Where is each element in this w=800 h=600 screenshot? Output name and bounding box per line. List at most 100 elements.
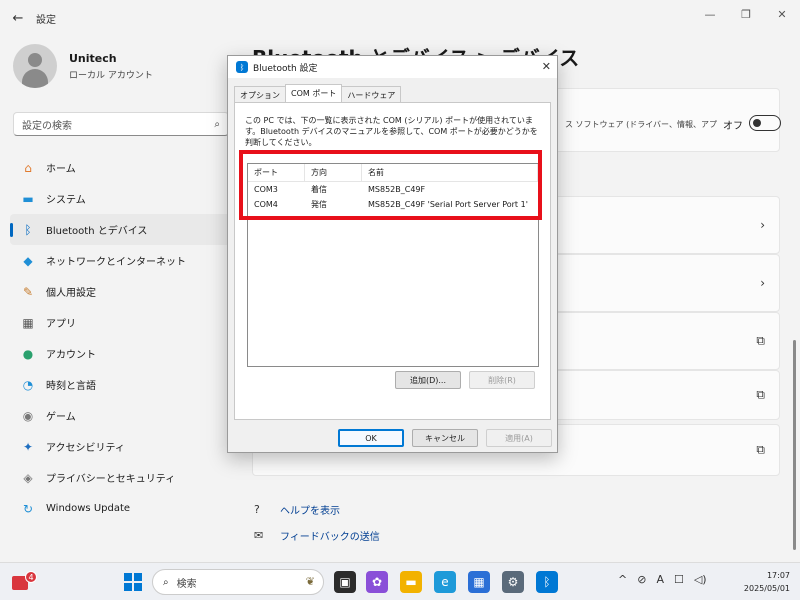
bluetooth-settings-dialog: ᛒ Bluetooth 設定 ✕ オプション COM ポート ハードウェア この P… bbox=[227, 55, 558, 453]
ok-button[interactable]: OK bbox=[338, 429, 404, 447]
help-icon: ? bbox=[254, 503, 260, 516]
sidebar-item-8[interactable]: ◉ ゲーム bbox=[10, 400, 235, 431]
settings-gear-icon[interactable]: ⚙ bbox=[502, 571, 524, 593]
sidebar-item-7[interactable]: ◔ 時刻と言語 bbox=[10, 369, 235, 400]
external-link-icon: ⧉ bbox=[756, 333, 765, 348]
cancel-button[interactable]: キャンセル bbox=[412, 429, 478, 447]
windows-update-icon: ↻ bbox=[22, 501, 34, 516]
toggle-label: オフ bbox=[723, 121, 743, 132]
time-language-icon: ◔ bbox=[22, 377, 34, 392]
tray-icon-1[interactable]: ⊘ bbox=[637, 573, 646, 586]
title-bar: ← 設定 — ❐ ✕ bbox=[0, 0, 800, 36]
file-explorer-icon[interactable]: ▬ bbox=[400, 571, 422, 593]
toggle-switch[interactable] bbox=[749, 115, 781, 131]
tray-icon-0[interactable]: ^ bbox=[618, 573, 627, 586]
notification-badge: 4 bbox=[25, 571, 37, 583]
sidebar-item-6[interactable]: ● アカウント bbox=[10, 338, 235, 369]
bluetooth-icon: ᛒ bbox=[24, 222, 32, 237]
accessibility-icon: ✦ bbox=[22, 439, 34, 454]
feedback-label: フィードバックの送信 bbox=[280, 532, 380, 543]
sidebar-item-label: Windows Update bbox=[46, 503, 131, 514]
sidebar-item-label: ネットワークとインターネット bbox=[46, 257, 186, 268]
home-icon: ⌂ bbox=[24, 160, 32, 175]
taskbar-search[interactable]: ⌕ 検索 ❦ bbox=[152, 569, 324, 595]
sidebar-item-label: システム bbox=[46, 195, 86, 206]
gaming-icon: ◉ bbox=[22, 408, 34, 423]
feedback-link[interactable]: ✉ フィードバックの送信 bbox=[254, 528, 380, 543]
sidebar-item-label: ゲーム bbox=[46, 412, 76, 423]
search-highlight-icon: ❦ bbox=[305, 575, 315, 588]
intro-text: この PC では、下の一覧に表示された COM (シリアル) ポートが使用されて… bbox=[245, 116, 538, 147]
clock[interactable]: 17:07 2025/05/01 bbox=[740, 569, 790, 595]
profile[interactable]: Unitech ローカル アカウント bbox=[13, 44, 153, 88]
shield-icon: ◈ bbox=[23, 470, 33, 485]
sidebar-item-11[interactable]: ↻ Windows Update bbox=[10, 493, 235, 524]
dialog-title: Bluetooth 設定 bbox=[253, 63, 318, 74]
sidebar-item-label: アプリ bbox=[46, 319, 76, 330]
taskview-icon[interactable]: ▣ bbox=[334, 571, 356, 593]
help-label: ヘルプを表示 bbox=[280, 506, 340, 517]
sidebar-item-4[interactable]: ✎ 個人用設定 bbox=[10, 276, 235, 307]
window-title: 設定 bbox=[36, 14, 56, 26]
apply-button[interactable]: 適用(A) bbox=[486, 429, 552, 447]
search-placeholder: 設定の検索 bbox=[22, 120, 72, 132]
dialog-close-icon[interactable]: ✕ bbox=[542, 60, 551, 73]
close-button[interactable]: ✕ bbox=[764, 0, 800, 28]
sidebar-item-3[interactable]: ◆ ネットワークとインターネット bbox=[10, 245, 235, 276]
add-button[interactable]: 追加(D)... bbox=[395, 371, 461, 389]
feedback-icon: ✉ bbox=[254, 529, 264, 542]
sidebar-item-label: ホーム bbox=[46, 164, 76, 175]
taskbar: 4 ⌕ 検索 ❦ ▣ ✿ ▬ e ▦ ⚙ ᛒ ^ ⊘ A ☐ ◁) 17:07 2025… bbox=[0, 562, 800, 600]
sidebar-item-5[interactable]: ▦ アプリ bbox=[10, 307, 235, 338]
system-icon: ▬ bbox=[22, 191, 34, 206]
search-icon: ⌕ bbox=[163, 576, 169, 588]
tab-1[interactable]: COM ポート bbox=[285, 84, 343, 104]
card-description: ス ソフトウェア (ドライバー、情報、アプ bbox=[565, 120, 717, 129]
wifi-icon: ◆ bbox=[23, 253, 33, 268]
brush-icon: ✎ bbox=[22, 284, 34, 299]
sidebar-item-label: Bluetooth とデバイス bbox=[46, 226, 148, 237]
clock-date: 2025/05/01 bbox=[743, 584, 790, 593]
sidebar-item-0[interactable]: ⌂ ホーム bbox=[10, 152, 235, 183]
chevron-right-icon: › bbox=[760, 218, 765, 232]
search-input[interactable]: 設定の検索 ⌕ bbox=[13, 112, 229, 136]
bluetooth-icon: ᛒ bbox=[236, 61, 248, 73]
scrollbar[interactable] bbox=[793, 340, 796, 550]
help-link[interactable]: ? ヘルプを表示 bbox=[254, 502, 340, 517]
sidebar-item-2[interactable]: ᛒ Bluetooth とデバイス bbox=[10, 214, 235, 245]
remove-button[interactable]: 削除(R) bbox=[469, 371, 535, 389]
dialog-title-bar: ᛒ Bluetooth 設定 ✕ bbox=[228, 56, 557, 78]
chevron-right-icon: › bbox=[760, 276, 765, 290]
copilot-icon[interactable]: ✿ bbox=[366, 571, 388, 593]
profile-subtitle: ローカル アカウント bbox=[69, 70, 153, 81]
sidebar-item-label: プライバシーとセキュリティ bbox=[46, 474, 176, 485]
sidebar-item-label: 個人用設定 bbox=[46, 288, 96, 299]
bluetooth-app-icon[interactable]: ᛒ bbox=[536, 571, 558, 593]
widgets-button[interactable]: 4 bbox=[10, 570, 37, 594]
minimize-button[interactable]: — bbox=[692, 0, 728, 28]
edge-browser-icon[interactable]: e bbox=[434, 571, 456, 593]
clock-time: 17:07 bbox=[766, 571, 790, 580]
store-icon[interactable]: ▦ bbox=[468, 571, 490, 593]
search-icon: ⌕ bbox=[214, 118, 220, 130]
external-link-icon: ⧉ bbox=[756, 387, 765, 402]
apps-icon: ▦ bbox=[22, 315, 34, 330]
avatar bbox=[13, 44, 57, 88]
tray-icon-3[interactable]: ☐ bbox=[674, 573, 684, 586]
back-arrow-icon[interactable]: ← bbox=[0, 11, 36, 26]
sidebar-item-10[interactable]: ◈ プライバシーとセキュリティ bbox=[10, 462, 235, 493]
tray-icon-4[interactable]: ◁) bbox=[694, 573, 707, 586]
sidebar-item-9[interactable]: ✦ アクセシビリティ bbox=[10, 431, 235, 462]
sidebar-nav: ⌂ ホーム ▬ システム ᛒ Bluetooth とデバイス ◆ ネットワークとインターネット… bbox=[10, 152, 235, 524]
sidebar-item-label: 時刻と言語 bbox=[46, 381, 96, 392]
system-tray: ^ ⊘ A ☐ ◁) bbox=[618, 573, 717, 586]
external-link-icon: ⧉ bbox=[756, 442, 765, 457]
sidebar-item-label: アクセシビリティ bbox=[46, 443, 125, 454]
account-icon: ● bbox=[22, 346, 34, 361]
tray-icon-2[interactable]: A bbox=[656, 573, 664, 586]
maximize-button[interactable]: ❐ bbox=[728, 0, 764, 28]
taskbar-search-placeholder: 検索 bbox=[176, 578, 197, 590]
windows-start-icon[interactable] bbox=[124, 573, 142, 591]
sidebar-item-1[interactable]: ▬ システム bbox=[10, 183, 235, 214]
sidebar: Unitech ローカル アカウント 設定の検索 ⌕ ⌂ ホーム ▬ システム ᛒ Blu… bbox=[0, 36, 240, 562]
